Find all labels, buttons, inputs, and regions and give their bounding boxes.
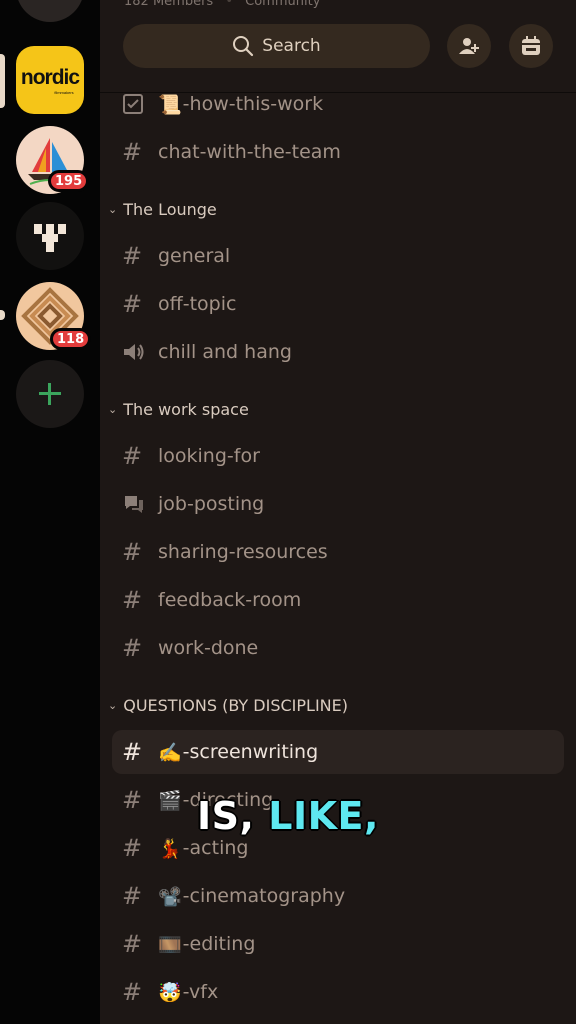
forum-icon: [122, 493, 158, 515]
meta-separator: •: [225, 0, 234, 9]
channel-label: chill and hang: [158, 341, 292, 363]
server-rail: nordic filmmakers 195 118: [0, 0, 100, 1024]
channel-label: job-posting: [158, 493, 265, 515]
invite-members-button[interactable]: [447, 24, 491, 68]
channel-label: sharing-resources: [158, 541, 328, 563]
selected-server-indicator: [0, 54, 5, 108]
nordic-logo-sub: filmmakers: [54, 89, 74, 95]
channel-label: looking-for: [158, 445, 260, 467]
channel-panel: 182 Members • Community Search 📜 -how-th…: [100, 0, 576, 1024]
hash-icon: #: [122, 634, 143, 662]
channel-general[interactable]: # general: [112, 234, 564, 278]
category-title: QUESTIONS (BY DISCIPLINE): [123, 696, 348, 715]
calendar-icon: [522, 36, 540, 55]
channel-label: chat-with-the-team: [158, 141, 341, 163]
add-member-icon: [459, 38, 479, 54]
hash-icon: #: [122, 586, 143, 614]
plus-icon: [39, 383, 61, 405]
chevron-down-icon: ⌄: [108, 403, 118, 416]
channel-label: -vfx: [182, 981, 219, 1003]
server-meta: 182 Members • Community: [124, 0, 320, 9]
hash-icon: #: [122, 138, 143, 166]
events-button[interactable]: [509, 24, 553, 68]
channel-vfx[interactable]: # 🤯 -vfx: [112, 970, 564, 1014]
category-title: The work space: [123, 400, 249, 419]
category-questions-by-discipline[interactable]: ⌄ QUESTIONS (BY DISCIPLINE): [108, 696, 348, 715]
hash-icon: #: [122, 242, 143, 270]
channel-label: general: [158, 245, 231, 267]
channel-label: work-done: [158, 637, 259, 659]
channel-chat-with-the-team[interactable]: # chat-with-the-team: [112, 130, 564, 174]
dancer-emoji-icon: 💃: [158, 837, 182, 860]
channel-screenwriting[interactable]: # ✍️ -screenwriting: [112, 730, 564, 774]
search-label: Search: [262, 36, 321, 56]
server-icon-partial[interactable]: [16, 0, 84, 22]
category-the-work-space[interactable]: ⌄ The work space: [108, 400, 249, 419]
channel-off-topic[interactable]: # off-topic: [112, 282, 564, 326]
channel-label: -acting: [182, 837, 249, 859]
channel-label: -editing: [182, 933, 256, 955]
hash-icon: #: [122, 538, 143, 566]
chevron-down-icon: ⌄: [108, 203, 118, 216]
scroll-emoji-icon: 📜: [158, 93, 182, 116]
community-label: Community: [245, 0, 321, 9]
members-count: 182 Members: [124, 0, 214, 9]
channel-label: feedback-room: [158, 589, 302, 611]
add-server-button[interactable]: [16, 360, 84, 428]
channel-label: -screenwriting: [182, 741, 319, 763]
channel-work-done[interactable]: # work-done: [112, 626, 564, 670]
channel-label: -cinematography: [182, 885, 346, 907]
channel-sharing-resources[interactable]: # sharing-resources: [112, 530, 564, 574]
writing-hand-emoji-icon: ✍️: [158, 741, 182, 764]
unread-badge-195: 195: [48, 170, 90, 192]
hash-icon: #: [122, 290, 143, 318]
search-icon: [233, 36, 254, 57]
nordic-server-icon[interactable]: nordic filmmakers: [16, 46, 84, 114]
hash-icon: #: [122, 978, 143, 1006]
y-logo-server-icon[interactable]: [16, 202, 84, 270]
panel-header: 182 Members • Community Search: [100, 0, 576, 93]
speaker-icon: [122, 341, 158, 363]
hash-icon: #: [122, 930, 143, 958]
channel-label: -how-this-work: [182, 93, 324, 115]
nordic-logo-text: nordic: [20, 65, 80, 89]
channel-job-posting[interactable]: job-posting: [112, 482, 564, 526]
projector-emoji-icon: 📽️: [158, 885, 182, 908]
category-the-lounge[interactable]: ⌄ The Lounge: [108, 200, 217, 219]
video-caption: IS, LIKE,: [0, 793, 576, 839]
caption-word-2-highlight: LIKE,: [267, 793, 379, 839]
channel-label: off-topic: [158, 293, 237, 315]
caption-word-1: IS,: [196, 793, 255, 839]
hash-icon: #: [122, 738, 143, 766]
rules-checkbox-icon: [122, 93, 158, 115]
chevron-down-icon: ⌄: [108, 699, 118, 712]
hash-icon: #: [122, 882, 143, 910]
channel-cinematography[interactable]: # 📽️ -cinematography: [112, 874, 564, 918]
search-button[interactable]: Search: [123, 24, 430, 68]
hash-icon: #: [122, 442, 143, 470]
hash-icon: #: [122, 834, 143, 862]
channel-looking-for[interactable]: # looking-for: [112, 434, 564, 478]
channel-how-this-work[interactable]: 📜 -how-this-work: [112, 82, 564, 126]
unread-server-indicator: [0, 310, 5, 320]
channel-editing[interactable]: # 🎞️ -editing: [112, 922, 564, 966]
film-frames-emoji-icon: 🎞️: [158, 933, 182, 956]
category-title: The Lounge: [123, 200, 217, 219]
y-logo-icon: [34, 224, 66, 252]
exploding-head-emoji-icon: 🤯: [158, 981, 182, 1004]
channel-chill-and-hang[interactable]: chill and hang: [112, 330, 564, 374]
unread-badge-118: 118: [50, 328, 92, 350]
channel-feedback-room[interactable]: # feedback-room: [112, 578, 564, 622]
